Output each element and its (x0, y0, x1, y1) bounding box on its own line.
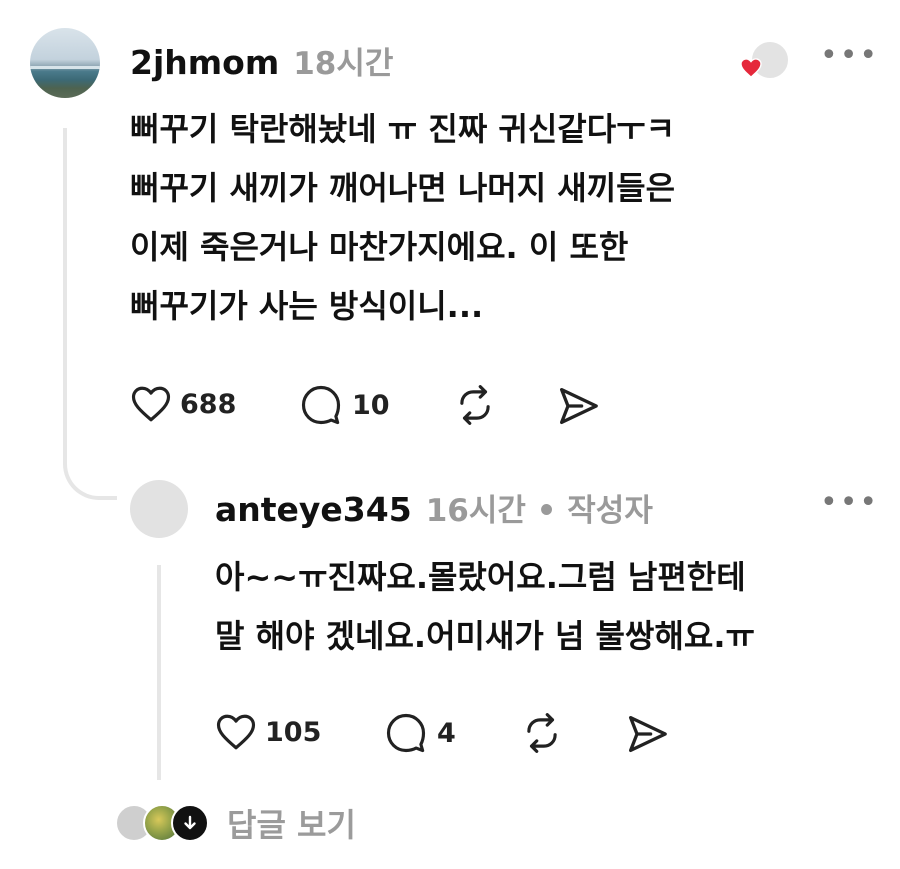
reply-header: anteye345 16시간 • 작성자 (215, 485, 653, 530)
send-icon (560, 388, 598, 424)
arrow-down-icon (171, 804, 209, 842)
reply-count: 10 (352, 389, 390, 421)
comment-line: 뻐꾸기가 사는 방식이니... (130, 287, 484, 325)
reply-button[interactable]: 10 (300, 384, 390, 426)
avatar[interactable] (30, 28, 100, 98)
reply-like-count: 105 (265, 716, 322, 748)
repost-icon (460, 385, 490, 425)
like-count: 688 (180, 388, 237, 420)
comment-icon (386, 713, 426, 753)
view-replies-row[interactable]: 답글 보기 (115, 800, 356, 846)
reply-repost-button[interactable] (520, 712, 564, 758)
comment-line: 뻐꾸기 새끼가 깨어나면 나머지 새끼들은 (130, 169, 676, 207)
thread-curve (63, 440, 117, 500)
repost-icon (527, 713, 557, 753)
reply-body: 아~~ㅠ진짜요.몰랐어요.그럼 남편한테 말 해야 겠네요.어미새가 넘 불쌍해… (215, 548, 755, 666)
like-button[interactable]: 688 (130, 384, 236, 424)
reply-reply-count: 4 (437, 717, 456, 749)
reply-more-options-icon[interactable]: ••• (820, 485, 879, 520)
reply-thread-line (157, 565, 161, 780)
reply-username[interactable]: anteye345 (215, 490, 412, 529)
heart-icon (216, 714, 256, 750)
comment-line: 뻐꾸기 탁란해놨네 ㅠ 진짜 귀신같다ㅜㅋ (130, 110, 676, 148)
reply-meta: 16시간 • 작성자 (425, 493, 653, 529)
reply-avatar[interactable] (130, 480, 188, 538)
heart-icon (131, 386, 171, 422)
send-icon (629, 716, 667, 752)
share-button[interactable] (556, 386, 600, 430)
comment-line: 이제 죽은거나 마찬가지에요. 이 또한 (130, 228, 629, 266)
comment-header: 2jhmom 18시간 (130, 38, 393, 83)
comment-body: 뻐꾸기 탁란해놨네 ㅠ 진짜 귀신같다ㅜㅋ 뻐꾸기 새끼가 깨어나면 나머지 새… (130, 100, 675, 336)
repost-button[interactable] (453, 384, 497, 430)
reply-line: 말 해야 겠네요.어미새가 넘 불쌍해요.ㅠ (215, 617, 755, 655)
thread-line (63, 128, 67, 458)
more-options-icon[interactable]: ••• (820, 38, 879, 73)
timestamp: 18시간 (293, 46, 394, 82)
liked-by-author-badge (740, 40, 790, 80)
username[interactable]: 2jhmom (130, 43, 279, 82)
reply-reply-button[interactable]: 4 (385, 712, 456, 754)
reply-share-button[interactable] (625, 714, 669, 758)
reply-like-button[interactable]: 105 (215, 712, 321, 752)
reply-line: 아~~ㅠ진짜요.몰랐어요.그럼 남편한테 (215, 558, 746, 596)
heart-badge-icon (740, 58, 762, 78)
comment-icon (301, 385, 341, 425)
view-replies-label[interactable]: 답글 보기 (227, 800, 356, 846)
